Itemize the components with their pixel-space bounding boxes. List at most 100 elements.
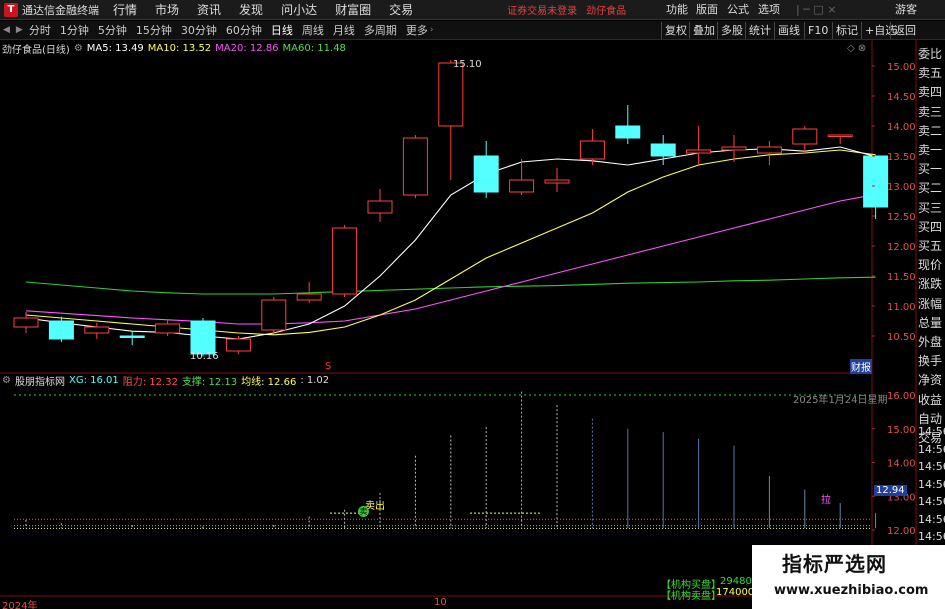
tab-weekly[interactable]: 周线	[302, 22, 324, 38]
trade-time: 14:56	[918, 425, 945, 438]
quote-panel-item[interactable]: 卖一	[918, 141, 945, 160]
candles	[13, 60, 889, 357]
y-tick-label: 12.50	[887, 212, 916, 223]
quote-panel-item[interactable]: 买一	[918, 160, 945, 179]
guest-login[interactable]: 游客	[895, 0, 917, 19]
legend-xg: XG: 16.01	[68, 375, 119, 386]
trade-time: 14:56	[918, 512, 945, 526]
legend-ma60: MA60: 11.48	[282, 43, 346, 54]
sub-gear-icon[interactable]: ⚙	[2, 375, 11, 386]
period-tabbar: ◀ ▶ 分时 1分钟 5分钟 15分钟 30分钟 60分钟 日线 周线 月线 多…	[0, 21, 945, 40]
legend-resist: 阻力: 12.32	[122, 377, 178, 388]
quote-panel-item[interactable]: 涨跌	[918, 275, 945, 294]
tab-5min[interactable]: 5分钟	[98, 22, 127, 38]
tab-multi-period[interactable]: 多周期	[364, 22, 397, 38]
sub-legend: ⚙ 股朋指标网 XG: 16.01 阻力: 12.32 支撑: 12.13 均线…	[0, 373, 945, 388]
kline-chart[interactable]: 10.50 11.00 11.50 12.00 12.50 13.00 13.50 14.00…	[0, 40, 945, 609]
y-tick-label: 13.00	[887, 182, 916, 193]
quote-panel-item[interactable]: 委比	[918, 45, 945, 64]
candle-body	[367, 200, 393, 214]
y-tick-label: 12.00	[887, 242, 916, 253]
menu-layout[interactable]: 版面	[696, 0, 718, 19]
candle-body	[155, 323, 181, 334]
quote-panel-item[interactable]: 买二	[918, 179, 945, 198]
quote-panel-item[interactable]: 卖五	[918, 64, 945, 83]
quote-panel-item[interactable]: 总量	[918, 314, 945, 333]
candle-body	[473, 155, 499, 193]
candle	[756, 141, 782, 165]
menu-discover[interactable]: 发现	[239, 1, 263, 18]
quote-panel-item[interactable]: 卖二	[918, 122, 945, 141]
menu-news[interactable]: 资讯	[197, 1, 221, 18]
y-tick-label: 13.50	[887, 152, 916, 163]
title-menu-bar: T 通达信金融终端 行情 市场 资讯 发现 问小达 财富圈 交易 证券交易未登录…	[0, 0, 945, 20]
price-axis: 10.50 11.00 11.50 12.00 12.50 13.00 13.50 14.00…	[872, 62, 916, 537]
login-notice[interactable]: 证券交易未登录	[507, 2, 577, 17]
high-label: 15.10	[453, 59, 482, 70]
btn-back[interactable]: 返回	[890, 22, 919, 39]
ma20-line	[25, 193, 876, 325]
candle	[367, 189, 393, 222]
candle	[332, 225, 358, 297]
menu-formula[interactable]: 公式	[727, 0, 749, 19]
candle-body	[686, 149, 712, 154]
quote-panel-item[interactable]: 现价	[918, 256, 945, 275]
btn-mark[interactable]: 标记	[832, 22, 861, 39]
tab-daily[interactable]: 日线	[271, 22, 293, 38]
app-logo-icon: T	[4, 2, 18, 17]
menu-ask[interactable]: 问小达	[281, 1, 317, 18]
indicator-name[interactable]: 股朋指标网	[15, 373, 65, 388]
menu-wealth[interactable]: 财富圈	[335, 1, 371, 18]
left-arrow-icon[interactable]: ◀	[3, 25, 10, 35]
quote-panel-item[interactable]: 卖四	[918, 83, 945, 102]
tab-30min[interactable]: 30分钟	[181, 22, 217, 38]
legend-ma5: MA5: 13.49	[86, 43, 144, 54]
chart-controls-icon[interactable]: ◇ ⊗	[847, 43, 866, 54]
right-arrow-icon[interactable]: ▶	[16, 25, 23, 35]
quote-panel-item[interactable]: 收益	[918, 391, 945, 410]
s-mark: S	[325, 361, 332, 372]
quote-panel-item[interactable]: 卖三	[918, 103, 945, 122]
candle-body	[402, 137, 428, 196]
watermark: 指标严选网 www.xuezhibiao.com	[752, 545, 945, 609]
financial-report-tag[interactable]: 财报	[850, 359, 872, 374]
menu-market[interactable]: 市场	[155, 1, 179, 18]
candle	[544, 168, 570, 192]
btn-multistock[interactable]: 多股	[717, 22, 746, 39]
candle-body	[438, 62, 464, 127]
quote-panel-item[interactable]: 涨幅	[918, 295, 945, 314]
more-chevron-icon[interactable]: ›	[430, 25, 434, 35]
window-controls-icon[interactable]: | ─ □ ×	[796, 0, 836, 19]
menu-function[interactable]: 功能	[666, 0, 688, 19]
candle-body	[756, 146, 782, 154]
menu-quotes[interactable]: 行情	[113, 1, 137, 18]
quote-panel-item[interactable]: 换手	[918, 352, 945, 371]
inst-sell-value: 174000	[716, 587, 755, 598]
quote-panel-item[interactable]: 净资	[918, 371, 945, 390]
tab-timeshare[interactable]: 分时	[29, 22, 51, 38]
btn-f10[interactable]: F10	[804, 22, 831, 39]
tab-1min[interactable]: 1分钟	[60, 22, 89, 38]
quote-panel-item[interactable]: 外盘	[918, 333, 945, 352]
menu-options[interactable]: 选项	[758, 0, 780, 19]
menu-trade[interactable]: 交易	[389, 1, 413, 18]
tab-15min[interactable]: 15分钟	[136, 22, 172, 38]
candle	[579, 129, 605, 165]
tab-more[interactable]: 更多	[406, 22, 428, 38]
btn-adjust[interactable]: 复权	[661, 22, 690, 39]
tab-monthly[interactable]: 月线	[333, 22, 355, 38]
candle	[473, 141, 499, 198]
quote-panel-item[interactable]: 买三	[918, 199, 945, 218]
stock-title[interactable]: 劲仔食品(日线)	[2, 41, 70, 56]
trade-time: 14:56	[918, 530, 945, 543]
btn-overlay[interactable]: 叠加	[689, 22, 718, 39]
legend-gear-icon[interactable]: ⚙	[74, 43, 83, 54]
btn-stats[interactable]: 统计	[745, 22, 774, 39]
trade-time: 14:56	[918, 495, 945, 508]
candle-body	[544, 179, 570, 184]
tab-60min[interactable]: 60分钟	[226, 22, 262, 38]
candle-body	[792, 128, 818, 145]
quote-panel-item[interactable]: 买五	[918, 237, 945, 256]
quote-panel-item[interactable]: 买四	[918, 218, 945, 237]
btn-draw[interactable]: 画线	[774, 22, 803, 39]
